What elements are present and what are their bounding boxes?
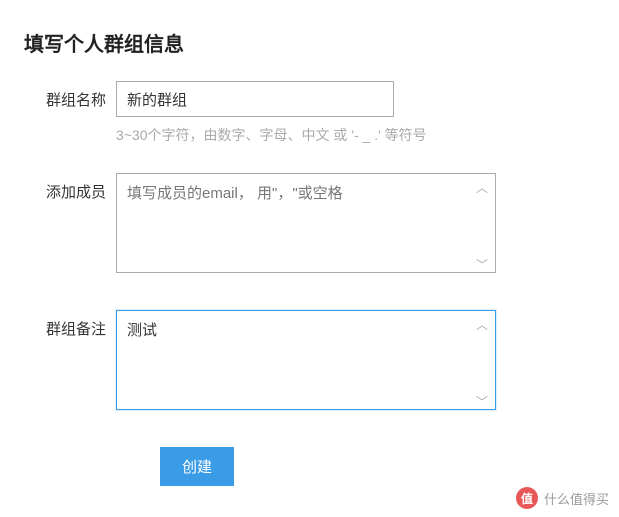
watermark: 值 什么值得买: [516, 487, 609, 509]
label-group-name: 群组名称: [24, 81, 116, 110]
row-add-members: 添加成员 ︿ ﹀: [24, 173, 595, 300]
logo-icon: 值: [516, 487, 538, 509]
chevron-up-icon[interactable]: ︿: [474, 316, 490, 332]
label-group-remark: 群组备注: [24, 310, 116, 339]
row-group-remark: 群组备注 ︿ ﹀: [24, 310, 595, 437]
watermark-text: 什么值得买: [544, 489, 609, 508]
chevron-down-icon[interactable]: ﹀: [474, 256, 490, 272]
chevron-up-icon[interactable]: ︿: [474, 179, 490, 195]
page-title: 填写个人群组信息: [24, 28, 595, 57]
add-members-textarea[interactable]: [116, 173, 496, 273]
row-group-name: 群组名称 3~30个字符，由数字、字母、中文 或 '- _ .' 等符号: [24, 81, 595, 163]
chevron-down-icon[interactable]: ﹀: [474, 393, 490, 409]
create-button[interactable]: 创建: [160, 447, 234, 486]
group-remark-textarea[interactable]: [116, 310, 496, 410]
group-name-hint: 3~30个字符，由数字、字母、中文 或 '- _ .' 等符号: [116, 125, 595, 145]
label-add-members: 添加成员: [24, 173, 116, 202]
group-name-input[interactable]: [116, 81, 394, 117]
